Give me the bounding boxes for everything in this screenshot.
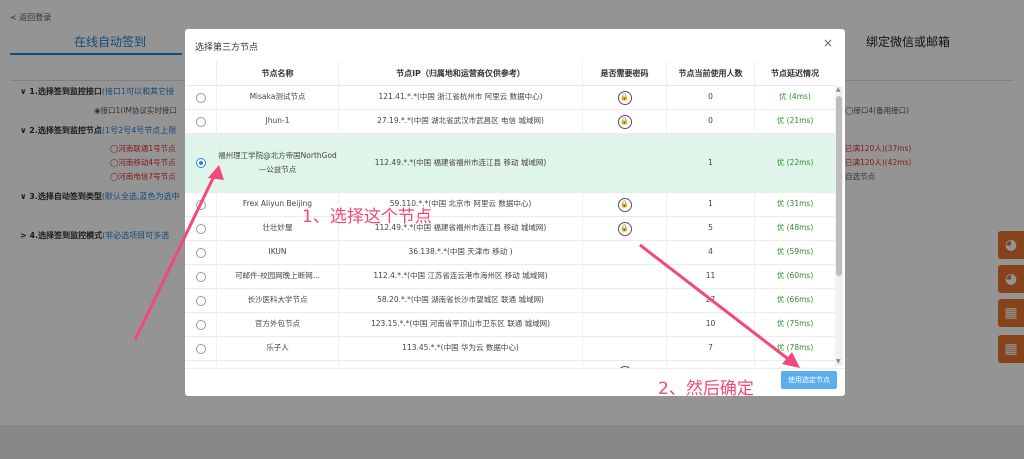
arrow-to-node	[133, 171, 218, 341]
annotation-step1: 1、选择这个节点	[302, 207, 432, 227]
arrow-head-node	[208, 165, 224, 180]
arrow-head-confirm	[782, 352, 800, 368]
annotation-step2: 2、然后确定	[658, 379, 754, 399]
annotation-arrows	[133, 165, 800, 368]
arrow-to-confirm	[639, 243, 793, 364]
